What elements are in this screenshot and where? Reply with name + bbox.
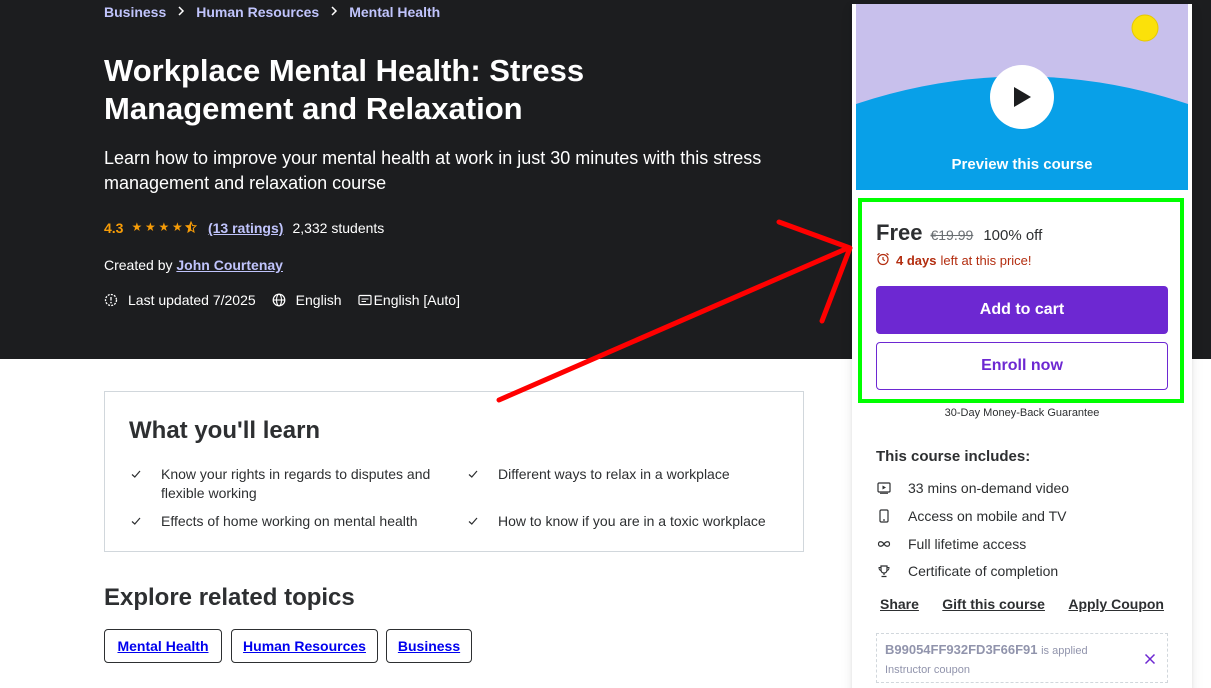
share-link[interactable]: Share <box>880 596 919 612</box>
alert-clock-icon <box>104 293 118 307</box>
globe-icon <box>272 293 286 307</box>
learn-item: Effects of home working on mental health <box>131 512 451 531</box>
instructor-link[interactable]: John Courtenay <box>176 257 283 273</box>
rating-value: 4.3 <box>104 220 124 236</box>
learn-item: How to know if you are in a toxic workpl… <box>468 512 788 531</box>
timer-text: left at this price! <box>940 253 1032 268</box>
star-icon: ★ <box>171 220 183 234</box>
language: English <box>295 292 342 308</box>
course-subtitle: Learn how to improve your mental health … <box>104 148 762 193</box>
alarm-clock-icon <box>876 252 890 269</box>
learn-title: What you'll learn <box>129 417 321 444</box>
course-preview[interactable]: Preview this course <box>856 4 1188 190</box>
star-icon: ★ <box>131 220 143 234</box>
close-icon[interactable] <box>1143 652 1157 666</box>
include-item: Access on mobile and TV <box>876 508 1067 524</box>
video-icon <box>876 480 892 496</box>
course-title: Workplace Mental Health: Stress Manageme… <box>104 53 585 126</box>
coupon-status: is applied <box>1041 645 1088 657</box>
star-rating: ★ ★ ★ ★ <box>131 220 199 235</box>
apply-coupon-link[interactable]: Apply Coupon <box>1068 596 1164 612</box>
chevron-right-icon <box>177 5 185 19</box>
half-star-icon <box>185 220 199 235</box>
trophy-icon <box>876 563 892 579</box>
coupon-code: B99054FF932FD3F66F91 <box>885 642 1038 657</box>
topic-human-resources[interactable]: Human Resources <box>231 629 378 663</box>
include-item: Certificate of completion <box>876 563 1058 579</box>
check-icon <box>129 514 143 528</box>
what-youll-learn: What you'll learn Know your rights in re… <box>104 391 804 552</box>
breadcrumb-human-resources[interactable]: Human Resources <box>196 4 319 20</box>
add-to-cart-button[interactable]: Add to cart <box>876 286 1168 334</box>
captions-language: English [Auto] <box>373 292 460 308</box>
gift-course-link[interactable]: Gift this course <box>942 596 1045 612</box>
include-item: Full lifetime access <box>876 536 1026 552</box>
breadcrumb-mental-health[interactable]: Mental Health <box>349 4 440 20</box>
course-meta: Last updated 7/2025 English English [Aut… <box>104 292 460 308</box>
topic-mental-health[interactable]: Mental Health <box>104 629 222 663</box>
enroll-now-button[interactable]: Enroll now <box>876 342 1168 390</box>
topic-business[interactable]: Business <box>386 629 472 663</box>
price-row: Free €19.99 100% off <box>876 220 1042 246</box>
breadcrumb-business[interactable]: Business <box>104 4 166 20</box>
discount-percent: 100% off <box>983 227 1043 244</box>
includes-title: This course includes: <box>876 448 1031 465</box>
created-by: Created by John Courtenay <box>104 257 283 273</box>
infinity-icon <box>876 536 892 552</box>
captions-icon <box>357 293 372 307</box>
ratings-count-link[interactable]: (13 ratings) <box>208 220 283 236</box>
play-icon[interactable] <box>990 65 1054 129</box>
rating-row: 4.3 ★ ★ ★ ★ (13 ratings) 2,332 students <box>104 220 384 236</box>
related-topics-title: Explore related topics <box>104 584 355 611</box>
breadcrumb: Business Human Resources Mental Health <box>104 4 440 20</box>
preview-label: Preview this course <box>951 156 1093 173</box>
chevron-right-icon <box>330 5 338 19</box>
applied-coupon: B99054FF932FD3F66F91 is applied Instruct… <box>876 633 1168 683</box>
star-icon: ★ <box>158 220 170 234</box>
original-price: €19.99 <box>930 227 974 243</box>
sidebar-links: Share Gift this course Apply Coupon <box>880 596 1164 612</box>
students-count: 2,332 students <box>292 220 385 236</box>
timer-days: 4 days <box>896 253 937 268</box>
check-icon <box>466 467 480 481</box>
check-icon <box>466 514 480 528</box>
purchase-sidebar: Preview this course Free €19.99 100% off… <box>852 4 1192 688</box>
learn-item: Know your rights in regards to disputes … <box>131 465 451 503</box>
money-back-guarantee: 30-Day Money-Back Guarantee <box>944 407 1100 419</box>
last-updated: Last updated 7/2025 <box>128 292 256 308</box>
coupon-type: Instructor coupon <box>885 664 970 676</box>
check-icon <box>129 467 143 481</box>
current-price: Free <box>876 220 923 245</box>
mobile-icon <box>876 508 892 524</box>
created-by-label: Created by <box>104 257 173 273</box>
learn-item: Different ways to relax in a workplace <box>468 465 788 484</box>
include-item: 33 mins on-demand video <box>876 480 1069 496</box>
star-icon: ★ <box>144 220 156 234</box>
price-timer: 4 days left at this price! <box>876 252 1032 269</box>
